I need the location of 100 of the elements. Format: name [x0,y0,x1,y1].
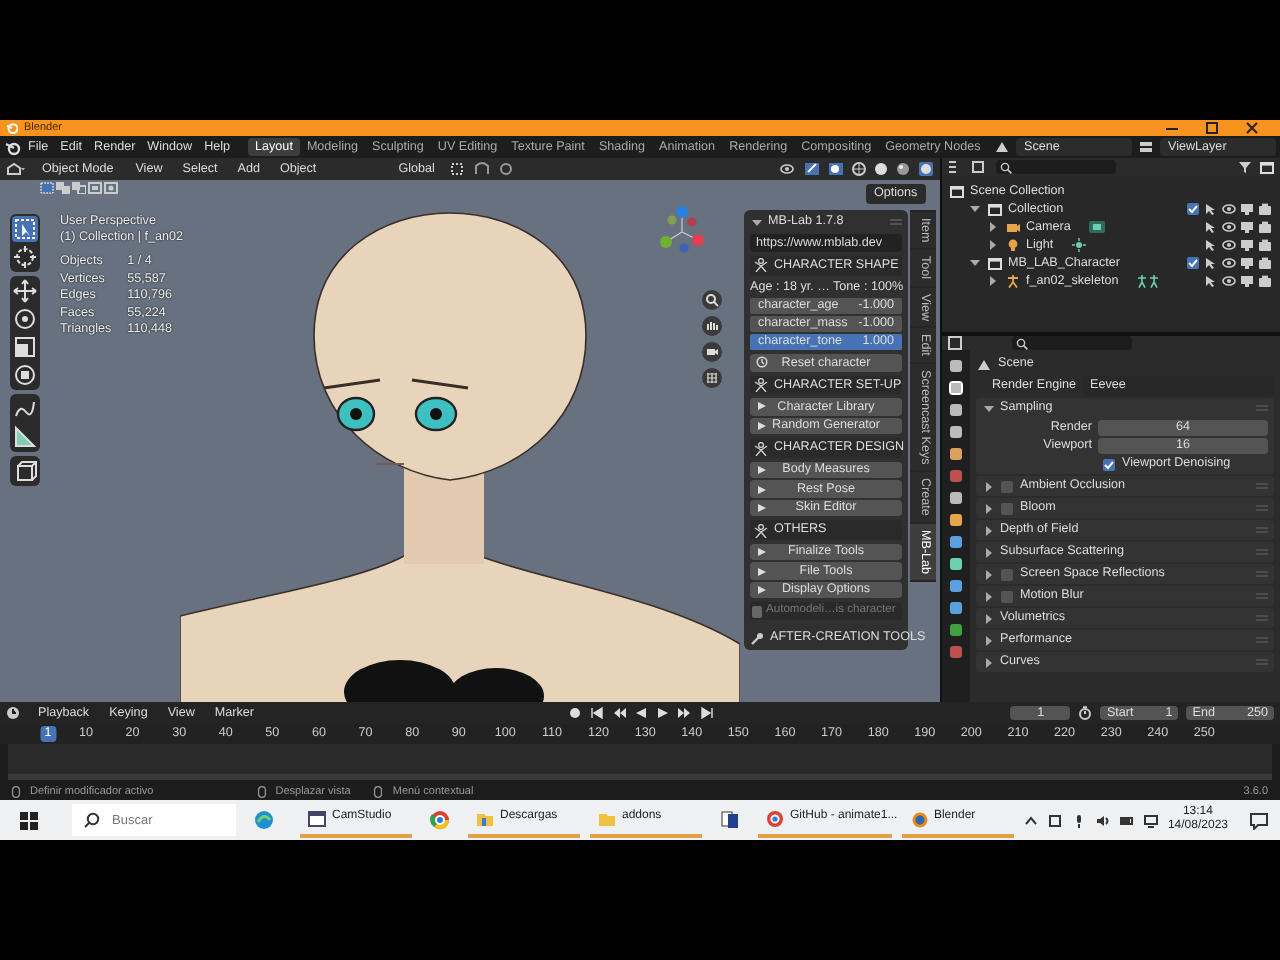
eye-icon[interactable] [1222,220,1236,234]
expand-arrow-icon[interactable] [982,656,994,668]
eye-icon[interactable] [1222,202,1236,216]
microphone-icon[interactable] [1071,813,1086,827]
solid-shading-icon[interactable] [874,162,888,176]
expand-arrow-icon[interactable] [982,634,994,646]
windows-start-icon[interactable] [20,811,38,829]
proportional-icon[interactable] [498,162,515,176]
camera-icon[interactable] [1258,256,1272,270]
monitor-icon[interactable] [1240,220,1254,234]
checkbox[interactable] [1000,567,1014,581]
jump-end-icon[interactable] [699,706,714,720]
add-cube-icon[interactable] [12,458,38,484]
rendered-shading-icon[interactable] [918,162,934,176]
play-icon[interactable] [655,706,670,720]
select-subtract-icon[interactable] [72,182,86,194]
camera-view-icon[interactable] [702,342,722,362]
drag-handle-icon[interactable] [890,217,902,226]
monitor-icon[interactable] [1240,256,1254,270]
expand-arrow-icon[interactable] [982,502,994,514]
minimize-icon[interactable] [1166,122,1178,134]
checkbox[interactable] [1000,589,1014,603]
expand-arrow-icon[interactable] [982,568,994,580]
collapse-arrow-icon[interactable] [750,215,762,228]
layers-icon[interactable] [1138,139,1154,154]
monitor-icon[interactable] [1240,202,1254,216]
editor-type-icon[interactable] [948,336,966,350]
jump-start-icon[interactable] [589,706,604,720]
chevron-up-icon[interactable] [1023,813,1038,827]
checkbox[interactable] [1186,256,1200,270]
snap-icon[interactable] [474,162,491,176]
checkbox[interactable] [1000,501,1014,515]
search-field[interactable] [1012,336,1132,350]
checkbox[interactable] [1186,202,1200,216]
wireframe-shading-icon[interactable] [852,162,866,176]
camera-icon[interactable] [1258,238,1272,252]
camera-icon[interactable] [1258,202,1272,216]
material-shading-icon[interactable] [896,162,910,176]
gizmo-icon[interactable] [804,162,820,176]
cursor-icon[interactable] [12,244,38,270]
select-invert-icon[interactable] [88,182,102,194]
timeline-track[interactable] [8,744,1272,780]
select-extend-icon[interactable] [56,182,70,194]
scale-icon[interactable] [12,334,38,360]
notification-icon[interactable] [1250,811,1268,829]
expand-arrow-icon[interactable] [982,402,994,414]
expand-arrow-icon[interactable] [982,546,994,558]
expand-arrow-icon[interactable] [986,274,1000,288]
display-mode-icon[interactable] [972,160,990,174]
camera-icon[interactable] [1258,274,1272,288]
expand-arrow-icon[interactable] [982,590,994,602]
select-box-icon[interactable] [12,216,38,242]
pivot-icon[interactable] [450,162,467,176]
expand-arrow-icon[interactable] [982,480,994,492]
previous-keyframe-icon[interactable] [611,706,626,720]
monitor-icon[interactable] [1240,238,1254,252]
clock-editor-icon[interactable] [6,706,24,720]
maximize-icon[interactable] [1206,122,1218,134]
new-collection-icon[interactable] [1260,160,1274,174]
editor-type-icon[interactable] [6,162,26,176]
expand-arrow-icon[interactable] [986,238,1000,252]
move-icon[interactable] [12,278,38,304]
search-field[interactable] [996,160,1116,174]
expand-arrow-icon[interactable] [982,612,994,624]
overlay-icon[interactable] [828,162,844,176]
grid-icon[interactable] [702,368,722,388]
visibility-icon[interactable] [780,162,796,176]
browser-icon [766,809,784,827]
next-keyframe-icon[interactable] [677,706,692,720]
zoom-icon[interactable] [702,290,722,310]
blender-logo-icon[interactable] [4,139,22,155]
eye-icon[interactable] [1222,256,1236,270]
browser-icon[interactable] [430,810,450,830]
expand-arrow-icon[interactable] [968,256,982,270]
expand-arrow-icon[interactable] [986,220,1000,234]
playing-cards-icon[interactable] [720,810,740,830]
window-icon[interactable] [1047,813,1062,827]
close-icon[interactable] [1246,122,1258,134]
checkbox[interactable] [1102,457,1116,471]
record-icon[interactable] [567,706,582,720]
eye-icon[interactable] [1222,274,1236,288]
expand-arrow-icon[interactable] [982,524,994,536]
battery-icon[interactable] [1119,813,1134,827]
browser-icon[interactable] [254,810,274,830]
eye-icon[interactable] [1222,238,1236,252]
annotate-icon[interactable] [12,396,38,422]
network-icon[interactable] [1143,813,1158,827]
monitor-icon[interactable] [1240,274,1254,288]
rotate-icon[interactable] [12,306,38,332]
speaker-icon[interactable] [1095,813,1110,827]
play-reverse-icon[interactable] [633,706,648,720]
camera-icon[interactable] [1258,220,1272,234]
expand-arrow-icon[interactable] [968,202,982,216]
stopwatch-icon[interactable] [1078,705,1093,720]
transform-icon[interactable] [12,362,38,388]
measure-icon[interactable] [12,424,38,450]
folder-icon [476,809,494,827]
checkbox[interactable] [1000,479,1014,493]
select-new-icon[interactable] [40,182,54,194]
select-intersect-icon[interactable] [104,182,118,194]
